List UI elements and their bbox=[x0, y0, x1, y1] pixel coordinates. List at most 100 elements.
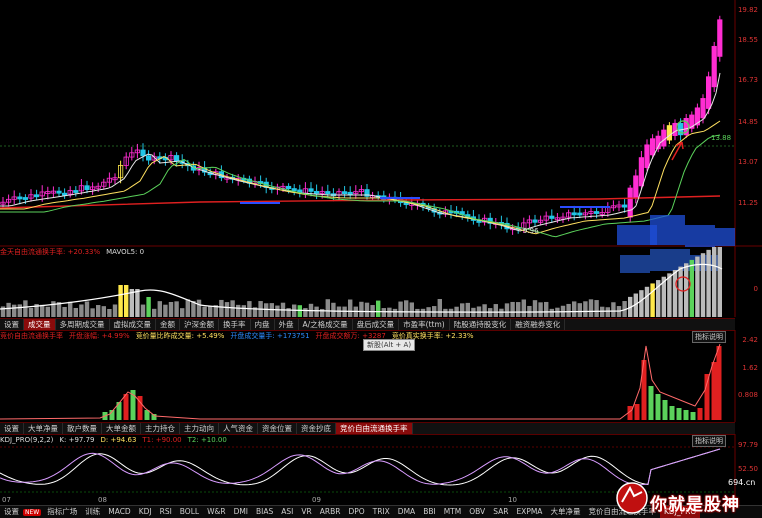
indicator-tab[interactable]: MACD bbox=[104, 506, 134, 518]
capital-indicator-tab[interactable]: 竞价自由流通换手率 bbox=[336, 423, 413, 434]
volume-bar bbox=[84, 301, 90, 317]
indicator-tab[interactable]: SAR bbox=[489, 506, 512, 518]
candle bbox=[17, 196, 23, 200]
month-label: 10 bbox=[508, 496, 517, 504]
candle bbox=[594, 211, 600, 214]
indicator-tab[interactable]: DPO bbox=[344, 506, 368, 518]
volume-chart[interactable] bbox=[0, 247, 762, 317]
candle bbox=[341, 191, 348, 195]
candle bbox=[62, 192, 68, 196]
capital-indicator-tab[interactable]: 资金抄底 bbox=[297, 423, 336, 434]
capital-indicator-tab[interactable]: 资金位置 bbox=[258, 423, 297, 434]
indicator-tab[interactable]: W&R bbox=[203, 506, 229, 518]
volume-bar bbox=[236, 304, 241, 317]
volume-bar bbox=[124, 285, 129, 317]
volume-indicator-tab[interactable]: 内盘 bbox=[251, 319, 275, 330]
main-chart-pane[interactable]: 19.82 18.55 16.73 14.85 13.07 11.25 13.8… bbox=[0, 0, 762, 247]
indicator-tab[interactable]: 训练 bbox=[81, 506, 104, 518]
volume-indicator-tab[interactable]: 设置 bbox=[0, 319, 24, 330]
volume-bar bbox=[510, 301, 515, 317]
volume-indicator-tab[interactable]: 融资融券变化 bbox=[511, 319, 566, 330]
indicator-tab[interactable]: EXPMA bbox=[512, 506, 546, 518]
volume-bar bbox=[460, 303, 465, 317]
indicator-tab[interactable]: BBI bbox=[419, 506, 440, 518]
kdj-help-button[interactable]: 指标说明 bbox=[692, 435, 726, 447]
indicator-tab[interactable]: 大单净量 bbox=[546, 506, 584, 518]
volume-bar bbox=[420, 308, 426, 317]
kdj-k-value: K: +97.79 bbox=[59, 436, 95, 444]
indicator-tab[interactable]: KDJ bbox=[135, 506, 156, 518]
indicator-tab[interactable]: DMI bbox=[230, 506, 252, 518]
indicator-tab[interactable]: VR bbox=[297, 506, 315, 518]
indicator-tab[interactable]: RSI bbox=[156, 506, 176, 518]
watermark-logo: 694.cn 你就是股神 bbox=[610, 478, 760, 516]
volume-indicator-tab[interactable]: 盘后成交量 bbox=[353, 319, 400, 330]
month-label: 09 bbox=[312, 496, 321, 504]
volume-indicator-tab[interactable]: 沪深金额 bbox=[180, 319, 219, 330]
candle bbox=[638, 157, 645, 187]
volume-bar bbox=[577, 303, 582, 317]
volume-bar bbox=[168, 301, 174, 317]
volume-bar bbox=[566, 303, 571, 317]
volume-bar bbox=[594, 300, 599, 317]
capital-indicator-tab[interactable]: 主力持仓 bbox=[141, 423, 180, 434]
volume-pane[interactable]: 金天自由流通换手率: +20.33% MAVOL5: 0 0 bbox=[0, 247, 762, 317]
candle bbox=[347, 191, 353, 195]
auction-legend-item: 竞价量比昨成交量: +5.49% bbox=[135, 332, 225, 340]
volume-bar bbox=[314, 306, 319, 317]
volume-bar bbox=[448, 308, 454, 317]
volume-indicator-tab[interactable]: 陆股通持股变化 bbox=[450, 319, 512, 330]
indicator-tab[interactable]: DMA bbox=[394, 506, 419, 518]
volume-bar bbox=[163, 304, 168, 317]
candle bbox=[571, 212, 577, 216]
volume-bar bbox=[443, 308, 448, 317]
volume-indicator-tab[interactable]: 多周期成交量 bbox=[56, 319, 110, 330]
capital-indicator-tab[interactable]: 设置 bbox=[0, 423, 24, 434]
indicator-tab[interactable]: ASI bbox=[277, 506, 297, 518]
volume-bar bbox=[275, 305, 280, 317]
indicator-tab[interactable]: BIAS bbox=[252, 506, 277, 518]
volume-indicator-tab[interactable]: 外盘 bbox=[275, 319, 299, 330]
candle bbox=[577, 212, 583, 216]
capital-indicator-tab[interactable]: 大单金额 bbox=[102, 423, 141, 434]
indicator-tab[interactable]: 指标广场 bbox=[43, 506, 81, 518]
indicator-tab[interactable]: MTM bbox=[440, 506, 466, 518]
new-badge: NEW bbox=[23, 508, 42, 516]
volume-bar bbox=[112, 304, 118, 317]
indicator-tab[interactable]: ARBR bbox=[316, 506, 345, 518]
auction-bar bbox=[683, 410, 689, 420]
volume-bar bbox=[717, 247, 722, 317]
price-tick: 13.07 bbox=[737, 158, 758, 166]
volume-bar bbox=[689, 259, 694, 317]
capital-indicator-tab[interactable]: 大单净量 bbox=[24, 423, 63, 434]
settings-tab[interactable]: 设置 bbox=[0, 506, 23, 518]
auction-bar bbox=[704, 374, 710, 420]
capital-indicator-tab[interactable]: 主力动向 bbox=[180, 423, 219, 434]
volume-indicator-tab[interactable]: 换手率 bbox=[219, 319, 251, 330]
volume-bar bbox=[224, 302, 230, 317]
volume-bar bbox=[185, 299, 190, 317]
indicator-help-button[interactable]: 指标说明 bbox=[692, 331, 726, 343]
volume-bar bbox=[202, 306, 207, 317]
indicator-tab[interactable]: BOLL bbox=[176, 506, 203, 518]
candlestick-chart[interactable] bbox=[0, 0, 762, 247]
volume-indicator-tab[interactable]: 金额 bbox=[156, 319, 180, 330]
indicator-tab[interactable]: OBV bbox=[465, 506, 489, 518]
volume-bar bbox=[583, 301, 588, 317]
volume-bar bbox=[499, 308, 504, 317]
capital-indicator-tab[interactable]: 散户数量 bbox=[63, 423, 102, 434]
volume-indicator-tab[interactable]: 虚拟成交量 bbox=[110, 319, 156, 330]
capital-indicator-tab[interactable]: 人气资金 bbox=[219, 423, 258, 434]
auction-bar bbox=[123, 394, 129, 420]
volume-bar bbox=[588, 299, 594, 317]
volume-indicator-tab[interactable]: A/之格成交量 bbox=[299, 319, 353, 330]
volume-bar bbox=[219, 299, 224, 317]
volume-indicator-tab[interactable]: 成交量 bbox=[24, 319, 56, 330]
volume-bar bbox=[146, 297, 151, 317]
indicator-tab[interactable]: TRIX bbox=[369, 506, 394, 518]
volume-indicator-tab[interactable]: 市盈率(ttm) bbox=[399, 319, 450, 330]
volume-bar bbox=[415, 308, 420, 317]
auction-bar bbox=[716, 346, 722, 420]
volume-bar bbox=[611, 302, 616, 317]
candle bbox=[672, 122, 678, 136]
